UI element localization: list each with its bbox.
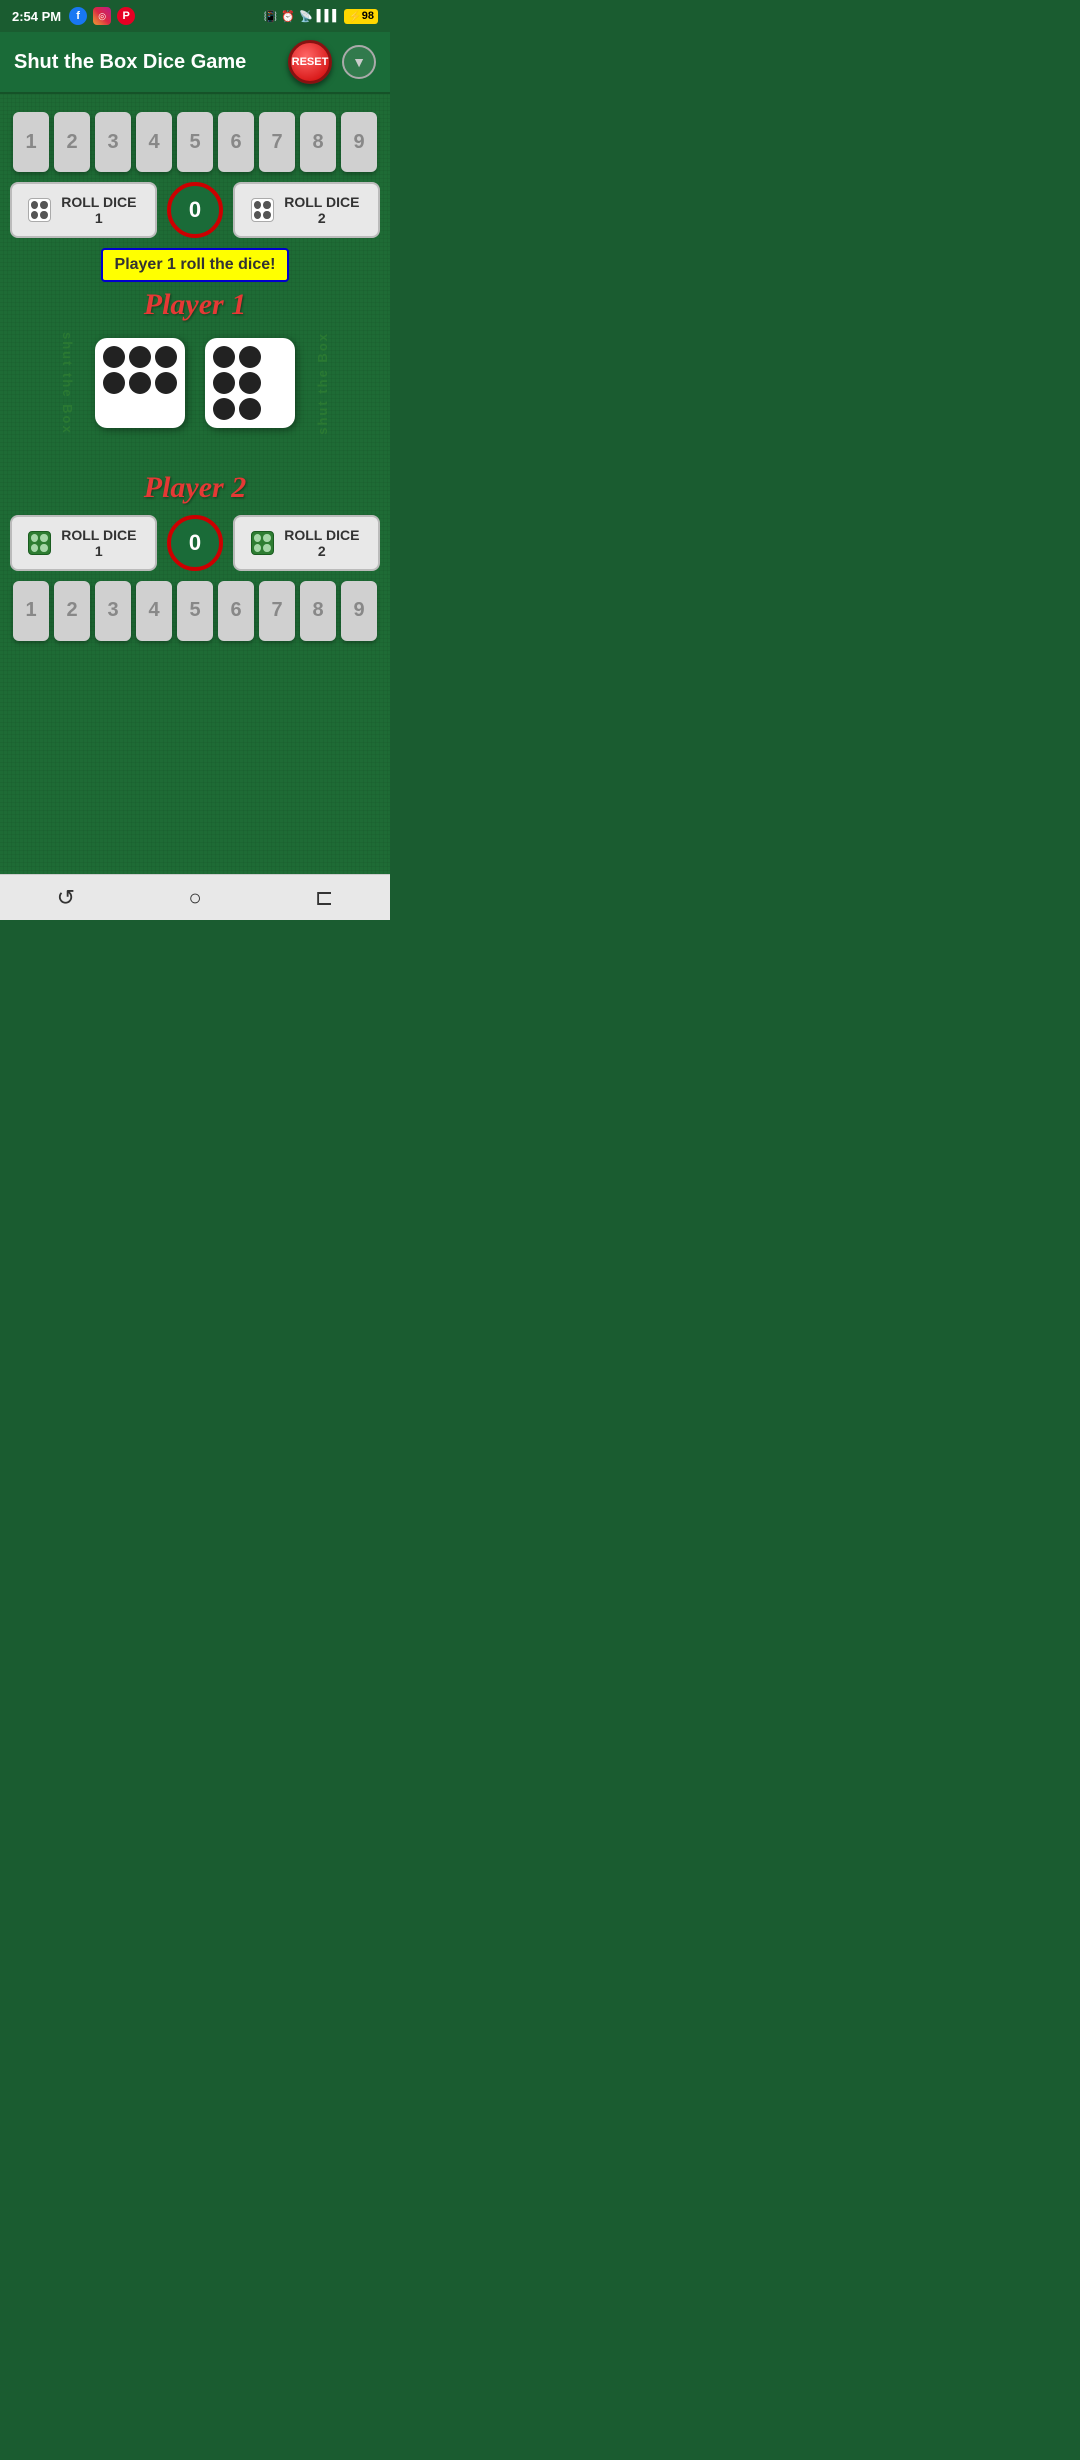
- tile-p2-5[interactable]: 5: [177, 581, 213, 641]
- back-button[interactable]: ↺: [57, 885, 75, 911]
- recent-button[interactable]: ⊏: [315, 885, 333, 911]
- player2-score: 0: [167, 515, 223, 571]
- player2-roll-dice1-button[interactable]: ROLL DICE 1: [10, 515, 157, 571]
- tile-p1-2[interactable]: 2: [54, 112, 90, 172]
- player1-roll-dice1-label: ROLL DICE 1: [59, 194, 139, 226]
- status-icons: 📳 ⏰ 📡 ▌▌▌ ⚡98: [264, 9, 378, 24]
- tile-p1-6[interactable]: 6: [218, 112, 254, 172]
- tile-p1-1[interactable]: 1: [13, 112, 49, 172]
- dropdown-button[interactable]: ▼: [342, 45, 376, 79]
- tile-p1-5[interactable]: 5: [177, 112, 213, 172]
- player2-roll-dice2-button[interactable]: ROLL DICE 2: [233, 515, 380, 571]
- player1-prompt: Player 1 roll the dice!: [101, 248, 290, 282]
- battery-level: 98: [362, 10, 374, 22]
- roll-dice1-icon: [28, 198, 51, 222]
- tile-p1-7[interactable]: 7: [259, 112, 295, 172]
- player2-tile-row: 1 2 3 4 5 6 7 8 9: [10, 581, 380, 641]
- left-side-text: shut the Box: [60, 332, 75, 435]
- player1-label: Player 1: [10, 288, 380, 322]
- tile-p2-4[interactable]: 4: [136, 581, 172, 641]
- signal-icon: ▌▌▌: [317, 10, 340, 22]
- player2-roll-dice1-icon: [28, 531, 51, 555]
- tile-p2-8[interactable]: 8: [300, 581, 336, 641]
- player2-roll-dice2-icon: [251, 531, 274, 555]
- tile-p2-6[interactable]: 6: [218, 581, 254, 641]
- tile-p2-3[interactable]: 3: [95, 581, 131, 641]
- player1-dice-area: shut the Box shut the Box: [10, 332, 380, 435]
- main-content: 1 2 3 4 5 6 7 8 9 ROLL DICE 1 0 ROLL DIC…: [0, 94, 390, 874]
- tile-p2-2[interactable]: 2: [54, 581, 90, 641]
- player1-roll-dice2-button[interactable]: ROLL DICE 2: [233, 182, 380, 238]
- bottom-nav: ↺ ○ ⊏: [0, 874, 390, 920]
- player1-die1: [95, 338, 185, 428]
- player1-roll-dice2-label: ROLL DICE 2: [282, 194, 362, 226]
- player1-roll-dice1-button[interactable]: ROLL DICE 1: [10, 182, 157, 238]
- wifi-icon: 📡: [299, 10, 313, 23]
- tile-p1-8[interactable]: 8: [300, 112, 336, 172]
- vibrate-icon: 📳: [264, 10, 278, 23]
- reset-button[interactable]: RESET: [288, 40, 332, 84]
- app-header: Shut the Box Dice Game RESET ▼: [0, 32, 390, 94]
- status-time: 2:54 PM: [12, 9, 61, 24]
- player1-die2: [205, 338, 295, 428]
- player1-score: 0: [167, 182, 223, 238]
- tile-p1-3[interactable]: 3: [95, 112, 131, 172]
- alarm-icon: ⏰: [281, 10, 295, 23]
- tile-p2-7[interactable]: 7: [259, 581, 295, 641]
- player2-roll-dice2-label: ROLL DICE 2: [282, 527, 362, 559]
- tile-p1-4[interactable]: 4: [136, 112, 172, 172]
- roll-dice2-icon: [251, 198, 274, 222]
- player2-label: Player 2: [10, 471, 380, 505]
- home-button[interactable]: ○: [188, 885, 201, 911]
- tile-p2-1[interactable]: 1: [13, 581, 49, 641]
- tile-p1-9[interactable]: 9: [341, 112, 377, 172]
- player1-roll-row: ROLL DICE 1 0 ROLL DICE 2: [10, 182, 380, 238]
- tile-p2-9[interactable]: 9: [341, 581, 377, 641]
- status-bar: 2:54 PM f ◎ P 📳 ⏰ 📡 ▌▌▌ ⚡98: [0, 0, 390, 32]
- player2-roll-row: ROLL DICE 1 0 ROLL DICE 2: [10, 515, 380, 571]
- instagram-icon: ◎: [93, 7, 111, 25]
- battery-indicator: ⚡98: [344, 9, 378, 24]
- facebook-icon: f: [69, 7, 87, 25]
- app-title: Shut the Box Dice Game: [14, 51, 246, 74]
- pinterest-icon: P: [117, 7, 135, 25]
- player1-tile-row: 1 2 3 4 5 6 7 8 9: [10, 112, 380, 172]
- right-side-text: shut the Box: [315, 332, 330, 435]
- player2-roll-dice1-label: ROLL DICE 1: [59, 527, 139, 559]
